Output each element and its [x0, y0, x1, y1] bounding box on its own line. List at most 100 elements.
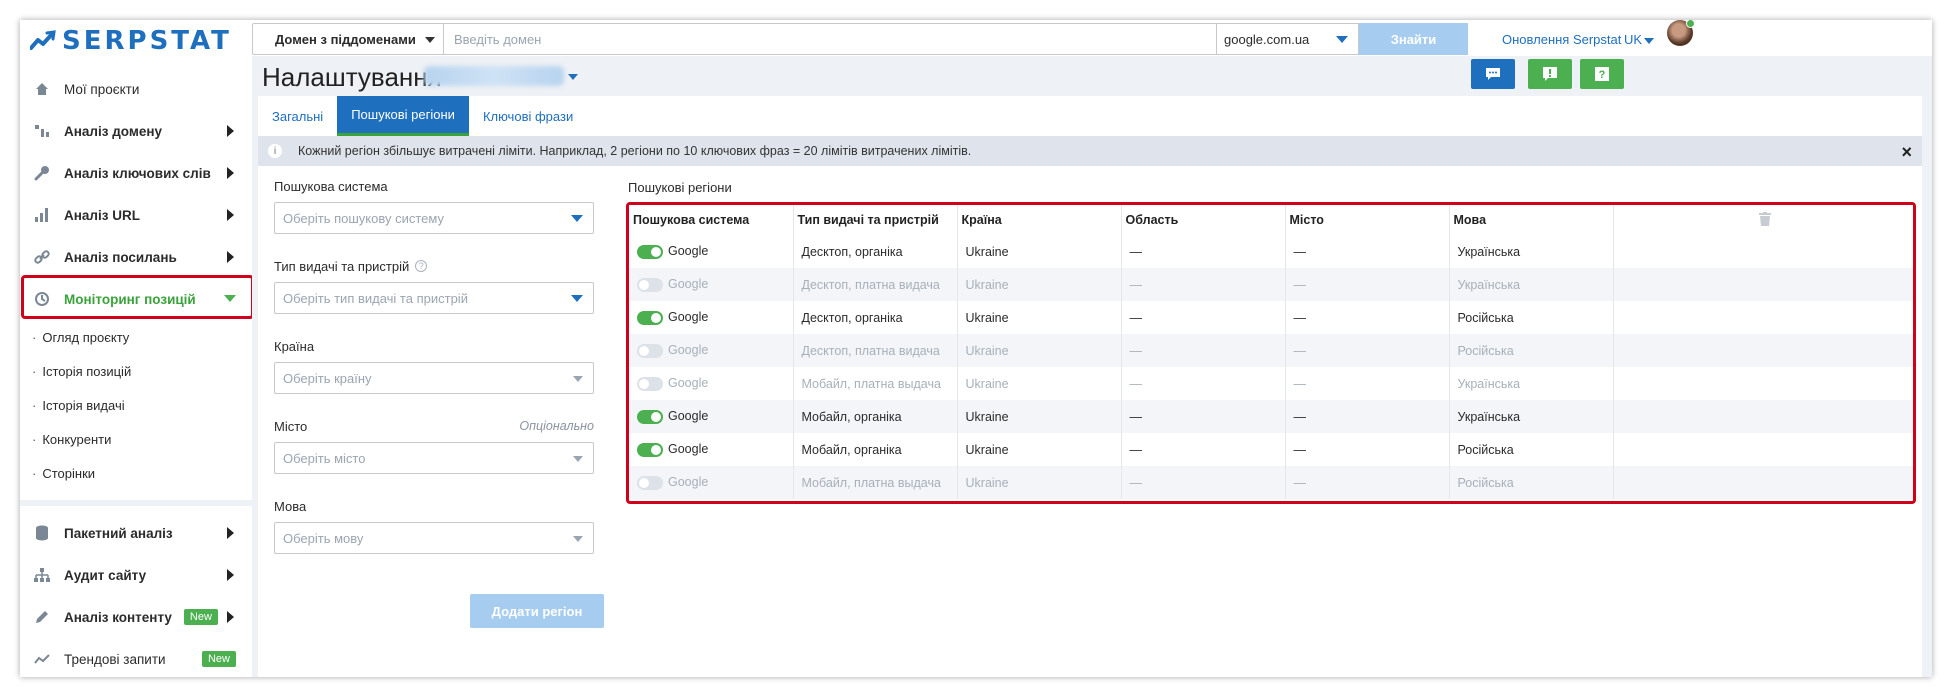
toggle-knob	[639, 279, 649, 290]
sidebar-item-label: Трендові запити	[64, 651, 166, 667]
lang-select[interactable]: Оберіть мову	[274, 522, 594, 554]
cell-type: Мобайл, платна выдача	[793, 466, 958, 499]
type-label: Тип видачі та пристрій ?	[274, 256, 594, 276]
title-row: Налаштування ?	[252, 56, 1932, 96]
tab-general[interactable]: Загальні	[258, 96, 337, 136]
cell-actions	[1613, 367, 1913, 400]
cell-region: —	[1121, 466, 1286, 499]
col-header-country[interactable]: Країна	[957, 205, 1122, 235]
tab-search-regions[interactable]: Пошукові регіони	[337, 96, 469, 136]
region-toggle[interactable]	[637, 475, 663, 490]
sidebar: SERPSTAT Мої проєкти Аналіз домену Аналі…	[20, 20, 254, 677]
caret-down-icon	[571, 215, 583, 222]
city-select[interactable]: Оберіть місто	[274, 442, 594, 474]
submenu-item-pages[interactable]: Сторінки	[32, 456, 252, 490]
cell-engine: Google	[629, 235, 794, 268]
region-toggle[interactable]	[637, 310, 663, 325]
cell-language: Російська	[1449, 301, 1614, 334]
serpstat-updates-link[interactable]: Оновлення Serpstat	[1502, 32, 1621, 47]
caret-down-icon	[425, 37, 435, 43]
engine-name: Google	[668, 475, 709, 490]
close-icon[interactable]: ×	[1901, 142, 1912, 163]
cell-engine: Google	[629, 301, 794, 334]
home-icon	[32, 79, 52, 99]
sidebar-item-domain-analysis[interactable]: Аналіз домену	[20, 110, 252, 152]
region-toggle[interactable]	[637, 343, 663, 358]
question-icon[interactable]: ?	[415, 260, 428, 272]
cell-region: —	[1121, 367, 1286, 400]
cell-language: Російська	[1449, 433, 1614, 466]
region-toggle[interactable]	[637, 244, 663, 259]
sidebar-item-projects[interactable]: Мої проєкти	[20, 68, 252, 110]
sidebar-item-link-analysis[interactable]: Аналіз посилань	[20, 236, 252, 278]
database-icon	[32, 523, 52, 543]
col-header-engine[interactable]: Пошукова система	[629, 205, 794, 235]
sidebar-item-batch-analysis[interactable]: Пакетний аналіз	[20, 512, 252, 554]
project-caret-down-icon[interactable]	[568, 74, 578, 80]
engine-select[interactable]: Оберіть пошукову систему	[274, 202, 594, 234]
cell-engine: Google	[629, 268, 794, 301]
app-frame: SERPSTAT Мої проєкти Аналіз домену Аналі…	[20, 20, 1932, 677]
sidebar-item-trending-queries[interactable]: Трендові запити New	[20, 638, 252, 677]
region-toggle[interactable]	[637, 409, 663, 424]
domain-mode-select[interactable]: Домен з піддоменами	[252, 23, 444, 55]
engine-name: Google	[668, 442, 709, 457]
search-engine-select[interactable]: google.com.ua	[1216, 23, 1359, 55]
col-header-region[interactable]: Область	[1121, 205, 1286, 235]
sidebar-item-url-analysis[interactable]: Аналіз URL	[20, 194, 252, 236]
regions-table-body: Google Десктоп, органіка Ukraine — — Українсь…	[629, 235, 1913, 499]
page-title: Налаштування	[262, 62, 442, 92]
col-header-delete[interactable]	[1613, 205, 1913, 235]
engine-name: Google	[668, 310, 709, 325]
toggle-knob	[651, 246, 661, 257]
help-button[interactable]: ?	[1580, 59, 1624, 89]
link-icon	[32, 247, 52, 267]
chevron-right-icon	[227, 125, 234, 137]
sidebar-item-label: Аналіз контенту	[64, 609, 172, 625]
table-row: Google Десктоп, органіка Ukraine — — Українсь…	[629, 235, 1913, 268]
col-header-type[interactable]: Тип видачі та пристрій	[793, 205, 958, 235]
sidebar-item-content-analysis[interactable]: Аналіз контенту New	[20, 596, 252, 638]
chevron-right-icon	[227, 167, 234, 179]
blurred-project-name[interactable]	[424, 66, 564, 86]
sidebar-item-keyword-analysis[interactable]: Аналіз ключових слів	[20, 152, 252, 194]
chevron-right-icon	[227, 569, 234, 581]
feedback-button[interactable]	[1528, 59, 1572, 89]
submenu-item-competitors[interactable]: Конкуренти	[32, 422, 252, 456]
trend-icon	[32, 649, 52, 669]
table-header-row: Пошукова система Тип видачі та пристрій …	[629, 205, 1913, 235]
submenu-item-serp-history[interactable]: Історія видачі	[32, 388, 252, 422]
tab-keywords[interactable]: Ключові фрази	[469, 96, 587, 136]
table-row: Google Мобайл, платна выдача Ukraine — — Росі…	[629, 466, 1913, 499]
col-header-city[interactable]: Місто	[1285, 205, 1450, 235]
submenu-item-project-overview[interactable]: Огляд проєкту	[32, 320, 252, 354]
chat-button[interactable]	[1471, 59, 1515, 89]
regions-table-outline: Пошукова система Тип видачі та пристрій …	[626, 202, 1916, 504]
find-button[interactable]: Знайти	[1359, 23, 1468, 55]
cell-type: Десктоп, органіка	[793, 235, 958, 268]
sitemap-icon	[32, 565, 52, 585]
cell-country: Ukraine	[957, 301, 1122, 334]
sidebar-item-site-audit[interactable]: Аудит сайту	[20, 554, 252, 596]
caret-down-icon	[1644, 37, 1655, 44]
cell-city: —	[1285, 301, 1450, 334]
cell-actions	[1613, 301, 1913, 334]
serpstat-logo[interactable]: SERPSTAT	[30, 24, 232, 58]
type-select[interactable]: Оберіть тип видачі та пристрій	[274, 282, 594, 314]
domain-input[interactable]	[443, 23, 1217, 55]
svg-text:?: ?	[1599, 69, 1606, 81]
chevron-right-icon	[227, 527, 234, 539]
country-select[interactable]: Оберіть країну	[274, 362, 594, 394]
language-select[interactable]: UK	[1624, 32, 1655, 47]
cell-type: Десктоп, платна видача	[793, 268, 958, 301]
region-toggle[interactable]	[637, 442, 663, 457]
logo-text: SERPSTAT	[62, 26, 232, 56]
cell-city: —	[1285, 334, 1450, 367]
submenu-item-position-history[interactable]: Історія позицій	[32, 354, 252, 388]
cell-engine: Google	[629, 433, 794, 466]
cell-actions	[1613, 433, 1913, 466]
col-header-language[interactable]: Мова	[1449, 205, 1614, 235]
add-region-button[interactable]: Додати регіон	[470, 594, 604, 628]
region-toggle[interactable]	[637, 376, 663, 391]
region-toggle[interactable]	[637, 277, 663, 292]
